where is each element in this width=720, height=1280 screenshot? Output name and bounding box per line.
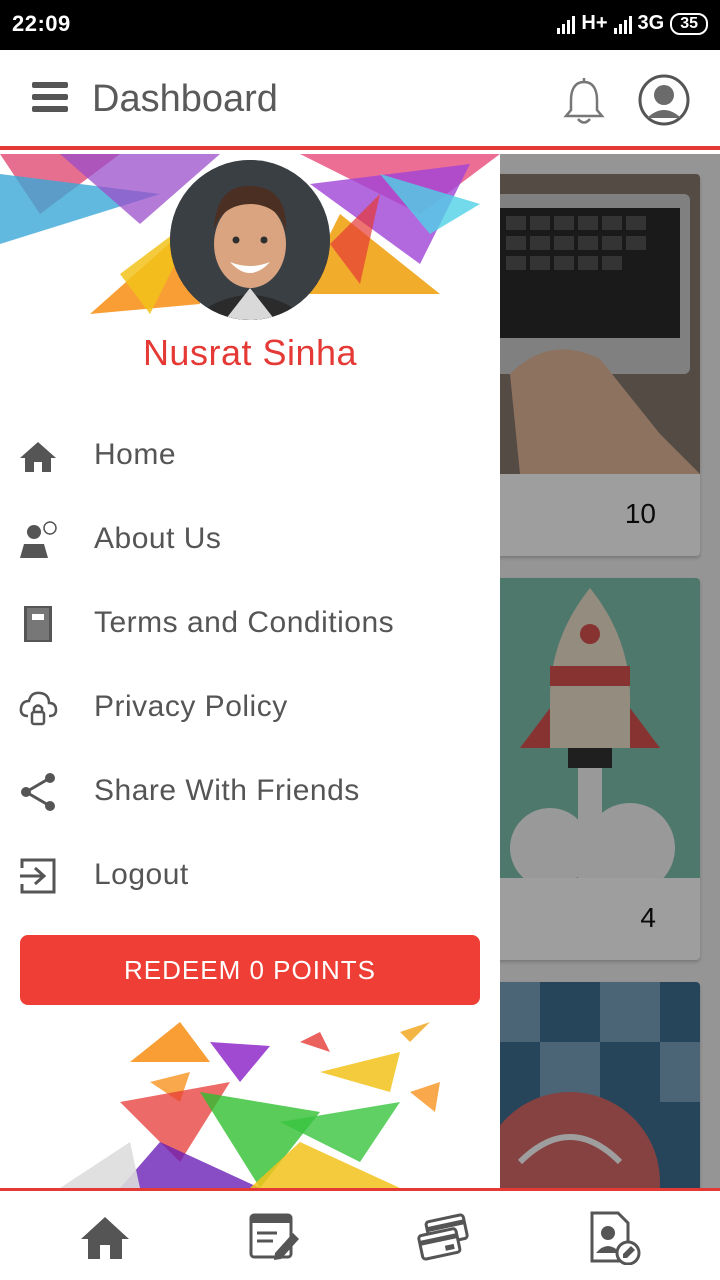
nav-cards-icon[interactable] bbox=[415, 1209, 471, 1265]
nav-profile-edit-icon[interactable] bbox=[586, 1209, 642, 1265]
drawer-item-about-us[interactable]: About Us bbox=[0, 502, 500, 574]
drawer-item-terms[interactable]: Terms and Conditions bbox=[0, 586, 500, 658]
drawer-item-label: Terms and Conditions bbox=[94, 606, 395, 639]
drawer-item-label: Privacy Policy bbox=[94, 690, 288, 723]
status-bar: 22:09 H+ 3G 35 bbox=[0, 0, 720, 50]
drawer-item-label: Logout bbox=[94, 858, 189, 891]
signal-icon bbox=[557, 14, 576, 34]
drawer-item-logout[interactable]: Logout bbox=[0, 838, 500, 910]
user-avatar-icon[interactable] bbox=[638, 74, 690, 126]
status-indicators: H+ 3G 35 bbox=[557, 12, 708, 35]
navigation-drawer: Nusrat Sinha Home About Us Terms and Con… bbox=[0, 154, 500, 1188]
redeem-points-button[interactable]: REDEEM 0 POINTS bbox=[20, 935, 480, 1005]
about-icon bbox=[20, 521, 57, 558]
nav-home-icon[interactable] bbox=[77, 1209, 133, 1265]
network-type-2: 3G bbox=[637, 12, 665, 34]
drawer-item-label: About Us bbox=[94, 522, 222, 555]
status-time: 22:09 bbox=[12, 11, 71, 36]
drawer-item-label: Share With Friends bbox=[94, 774, 360, 807]
network-type-1: H+ bbox=[581, 12, 608, 34]
drawer-item-privacy[interactable]: Privacy Policy bbox=[0, 670, 500, 742]
logout-icon bbox=[20, 858, 56, 894]
profile-name: Nusrat Sinha bbox=[142, 332, 358, 373]
page-title: Dashboard bbox=[92, 78, 278, 120]
hamburger-menu-icon[interactable] bbox=[32, 82, 68, 112]
battery-icon: 35 bbox=[670, 12, 708, 35]
cloud-lock-icon bbox=[19, 691, 58, 726]
drawer-item-home[interactable]: Home bbox=[0, 418, 500, 490]
drawer-item-share[interactable]: Share With Friends bbox=[0, 754, 500, 826]
bell-icon[interactable] bbox=[562, 78, 606, 126]
decorative-triangles-bottom bbox=[60, 1022, 440, 1188]
signal-icon-2 bbox=[613, 14, 632, 34]
drawer-item-label: Home bbox=[94, 438, 177, 471]
bottom-navigation bbox=[0, 1188, 720, 1280]
book-icon bbox=[24, 606, 52, 642]
nav-edit-note-icon[interactable] bbox=[245, 1209, 301, 1265]
share-icon bbox=[21, 773, 55, 811]
profile-photo bbox=[170, 160, 330, 320]
app-header: Dashboard bbox=[0, 50, 720, 150]
home-icon bbox=[20, 442, 56, 472]
